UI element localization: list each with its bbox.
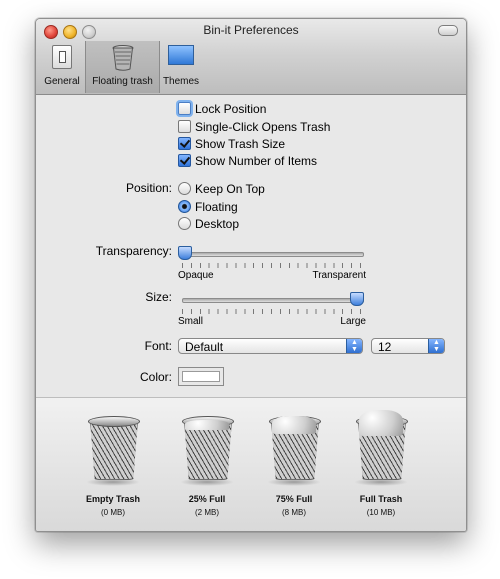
checkbox-box[interactable]: [178, 154, 191, 167]
desktop-label: Desktop: [195, 217, 240, 231]
trash-can-rim: [88, 416, 140, 427]
preview-name: 75% Full: [275, 494, 313, 504]
font-family-value: Default: [185, 340, 224, 354]
slider-track[interactable]: [182, 252, 364, 257]
preview-full-trash[interactable]: Full Trash (10 MB): [346, 410, 416, 526]
switch-icon: [52, 45, 72, 69]
transparent-label: Transparent: [312, 270, 366, 281]
size-slider[interactable]: Small Large: [178, 291, 366, 331]
transparency-slider[interactable]: Opaque Transparent: [178, 245, 366, 285]
trash-can-icon: [90, 420, 138, 480]
font-size-select[interactable]: 12 ▲ ▼: [371, 338, 445, 354]
paper-pile: [185, 420, 229, 430]
checkbox-box[interactable]: [178, 120, 191, 133]
checkbox-box[interactable]: [178, 102, 191, 115]
lock-position-label: Lock Position: [195, 102, 267, 116]
trash-can-icon: [112, 45, 133, 71]
keep-on-top-label: Keep On Top: [195, 182, 265, 196]
bin-shadow: [267, 478, 321, 486]
preview-size: (2 MB): [195, 508, 219, 517]
tab-floating-trash[interactable]: Floating trash: [85, 41, 160, 93]
paper-pile: [359, 410, 403, 436]
monitor-icon: [168, 45, 194, 65]
bin-shadow: [354, 478, 408, 486]
radio-button[interactable]: [178, 182, 191, 195]
slider-ticks: [182, 263, 364, 268]
preferences-window: Bin-it Preferences General Floating tras…: [35, 18, 467, 532]
window-title: Bin-it Preferences: [203, 23, 299, 37]
transparency-label: Transparency:: [95, 244, 172, 258]
preview-25-full[interactable]: 25% Full (2 MB): [172, 416, 242, 526]
size-slider-thumb[interactable]: [350, 292, 364, 306]
checkbox-box[interactable]: [178, 137, 191, 150]
font-label: Font:: [144, 339, 172, 353]
tab-floating-trash-label: Floating trash: [92, 76, 153, 87]
preferences-content: Lock Position Single-Click Opens Trash S…: [36, 95, 466, 397]
radio-button[interactable]: [178, 217, 191, 230]
preview-75-full[interactable]: 75% Full (8 MB): [259, 416, 329, 526]
color-well[interactable]: [178, 367, 224, 386]
show-trash-size-label: Show Trash Size: [195, 137, 286, 151]
font-family-select[interactable]: Default ▲ ▼: [178, 338, 363, 354]
preview-size: (0 MB): [101, 508, 125, 517]
opaque-label: Opaque: [178, 270, 214, 281]
tab-themes-label: Themes: [162, 76, 200, 87]
preview-area: Empty Trash (0 MB) 25% Full (2 MB) 75% F…: [36, 397, 466, 531]
paper-pile: [272, 416, 316, 434]
bin-shadow: [86, 478, 140, 486]
preview-empty-trash[interactable]: Empty Trash (0 MB): [78, 416, 148, 526]
slider-ticks: [182, 309, 364, 314]
slider-track[interactable]: [182, 298, 364, 303]
show-number-items-label: Show Number of Items: [195, 154, 318, 168]
font-size-value: 12: [378, 340, 392, 354]
small-label: Small: [178, 316, 204, 327]
tab-general[interactable]: General: [41, 41, 83, 93]
preview-name: Empty Trash: [85, 494, 141, 504]
single-click-label: Single-Click Opens Trash: [195, 120, 331, 134]
transparency-slider-thumb[interactable]: [178, 246, 192, 260]
bin-shadow: [180, 478, 234, 486]
title-bar: Bin-it Preferences General Floating tras…: [36, 19, 466, 95]
preview-size: (8 MB): [282, 508, 306, 517]
floating-label: Floating: [195, 200, 238, 214]
chevron-updown-icon: ▲ ▼: [346, 339, 362, 353]
large-label: Large: [340, 316, 366, 327]
tab-general-label: General: [44, 76, 80, 87]
tab-themes[interactable]: Themes: [161, 41, 201, 93]
position-label: Position:: [125, 181, 172, 195]
chevron-updown-icon: ▲ ▼: [428, 339, 444, 353]
toolbar-toggle-button[interactable]: [438, 25, 458, 36]
preview-size: (10 MB): [366, 508, 396, 517]
color-label: Color:: [139, 370, 172, 384]
size-label: Size:: [145, 290, 172, 304]
preview-name: 25% Full: [188, 494, 226, 504]
preview-name: Full Trash: [359, 494, 403, 504]
radio-button[interactable]: [178, 200, 191, 213]
